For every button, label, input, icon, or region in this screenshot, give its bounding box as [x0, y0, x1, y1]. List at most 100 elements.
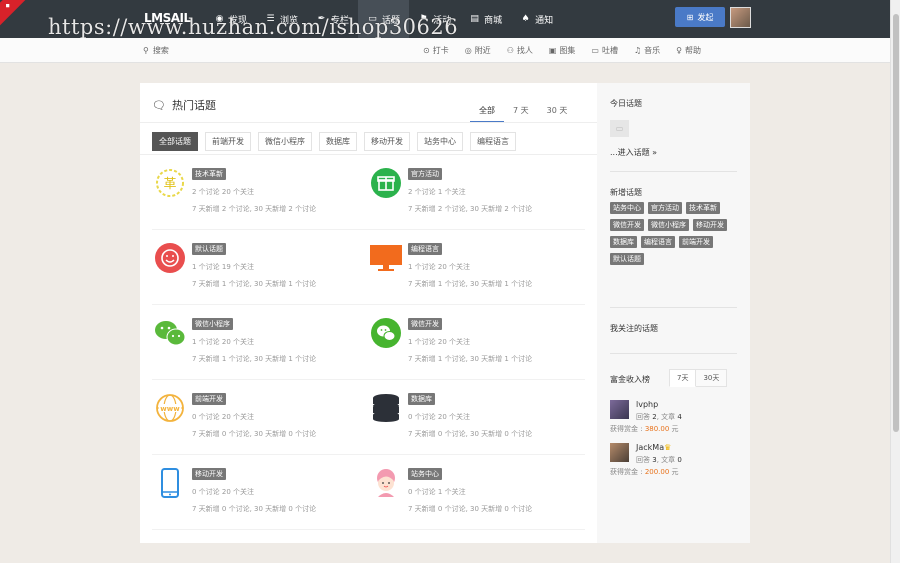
topic-growth: 7 天新增 0 个讨论, 30 天新增 0 个讨论 [408, 505, 533, 513]
topic-stats: 0 个讨论 20 个关注 [408, 413, 471, 421]
rank-tab-7-days[interactable]: 7天 [669, 369, 697, 387]
new-topic-tag[interactable]: 移动开发 [693, 219, 727, 231]
new-topic-tag[interactable]: 前端开发 [679, 236, 713, 248]
tab-all[interactable]: 全部 [470, 103, 504, 123]
topic-growth: 7 天新增 1 个讨论, 30 天新增 1 个讨论 [192, 355, 317, 363]
avatar[interactable] [610, 443, 629, 462]
new-topic-tag[interactable]: 微信小程序 [648, 219, 689, 231]
topic-tag[interactable]: 站务中心 [408, 468, 442, 480]
topic-tag[interactable]: 官方活动 [408, 168, 442, 180]
avatar[interactable] [610, 400, 629, 419]
tab-7-days[interactable]: 7 天 [504, 103, 538, 123]
wechat-icon [154, 317, 186, 349]
topic-tag[interactable]: 技术革新 [192, 168, 226, 180]
topic-tag[interactable]: 微信小程序 [192, 318, 233, 330]
topic-item[interactable]: 移动开发 0 个讨论 20 个关注 7 天新增 0 个讨论, 30 天新增 0 … [154, 467, 354, 527]
subnav-help[interactable]: ♀ 帮助 [668, 45, 709, 56]
new-topic-tag[interactable]: 微信开发 [610, 219, 644, 231]
chat-bubble-icon: 🗨 [152, 98, 166, 112]
topic-item[interactable]: 编程语言 1 个讨论 20 个关注 7 天新增 1 个讨论, 30 天新增 1 … [370, 242, 570, 302]
svg-text:革: 革 [163, 177, 176, 192]
articles-count: 0 [677, 456, 682, 464]
new-topic-tag[interactable]: 技术革新 [686, 202, 720, 214]
topic-item[interactable]: 数据库 0 个讨论 20 个关注 7 天新增 0 个讨论, 30 天新增 0 个… [370, 392, 570, 452]
plus-square-icon: ⊞ [686, 12, 694, 22]
topic-stats: 0 个讨论 1 个关注 [408, 488, 466, 496]
topic-item[interactable]: 默认话题 1 个讨论 19 个关注 7 天新增 1 个讨论, 30 天新增 1 … [154, 242, 354, 302]
topic-stats: 1 个讨论 20 个关注 [408, 338, 471, 346]
rank-username[interactable]: JackMa♛ [636, 443, 671, 452]
new-topic-tag[interactable]: 站务中心 [610, 202, 644, 214]
wechat-circle-icon [370, 317, 402, 349]
search-label: 搜索 [152, 46, 169, 55]
topic-stats: 1 个讨论 20 个关注 [408, 263, 471, 271]
new-topic-tag[interactable]: 编程语言 [641, 236, 675, 248]
new-topic-tag[interactable]: 数据库 [610, 236, 637, 248]
category-all[interactable]: 全部话题 [152, 132, 198, 151]
divider [610, 171, 737, 172]
new-topic-tag[interactable]: 官方活动 [648, 202, 682, 214]
topic-stats: 1 个讨论 19 个关注 [192, 263, 255, 271]
category-database[interactable]: 数据库 [319, 132, 357, 151]
topic-item[interactable]: 革 技术革新 2 个讨论 20 个关注 7 天新增 2 个讨论, 30 天新增 … [154, 167, 354, 227]
category-miniprogram[interactable]: 微信小程序 [258, 132, 312, 151]
topic-item[interactable]: 微信开发 1 个讨论 20 个关注 7 天新增 1 个讨论, 30 天新增 1 … [370, 317, 570, 377]
tab-30-days[interactable]: 30 天 [538, 103, 577, 123]
nearby-icon: ◎ [464, 46, 472, 55]
subnav-gallery[interactable]: ▣ 图集 [541, 45, 584, 56]
today-topics-title: 今日话题 [610, 99, 642, 108]
topic-item[interactable]: 微信小程序 1 个讨论 20 个关注 7 天新增 1 个讨论, 30 天新增 1… [154, 317, 354, 377]
nav-item-notify[interactable]: ♠ 通知 [511, 0, 562, 38]
enter-topics-link[interactable]: ...进入话题 » [610, 147, 657, 158]
username-text: JackMa [636, 443, 665, 452]
search-icon: ⚲ [143, 46, 149, 55]
rank-tab-30-days[interactable]: 30天 [696, 369, 728, 387]
subnav-nearby[interactable]: ◎ 附近 [457, 45, 499, 56]
picture-icon: ▣ [548, 46, 557, 55]
topic-tag[interactable]: 数据库 [408, 393, 435, 405]
rank-username[interactable]: lvphp [636, 400, 658, 409]
topic-item[interactable]: www 前端开发 0 个讨论 20 个关注 7 天新增 0 个讨论, 30 天新… [154, 392, 354, 452]
rank-entry[interactable]: JackMa♛ 回答 3, 文章 0 获得赏金 : 200.00 元 [610, 443, 740, 479]
articles-count: 4 [677, 413, 682, 421]
database-icon [370, 392, 402, 424]
category-programming[interactable]: 编程语言 [470, 132, 516, 151]
scrollbar-thumb[interactable] [893, 14, 899, 432]
new-topics-title: 新增话题 [610, 188, 642, 197]
earnings-rank-title: 富金收入榜 [610, 375, 650, 384]
publish-button[interactable]: ⊞ 发起 [675, 7, 725, 27]
topic-growth: 7 天新增 0 个讨论, 30 天新增 0 个讨论 [408, 430, 533, 438]
new-topic-tag[interactable]: 默认话题 [610, 253, 644, 265]
rank-entry[interactable]: lvphp 回答 2, 文章 4 获得赏金 : 380.00 元 [610, 400, 740, 436]
user-avatar[interactable] [730, 7, 751, 28]
topic-tag[interactable]: 前端开发 [192, 393, 226, 405]
panel-header: 🗨 热门话题 [152, 97, 216, 113]
topic-tag[interactable]: 移动开发 [192, 468, 226, 480]
subnav-signin[interactable]: ⊙ 打卡 [415, 45, 457, 56]
hot-topics-panel: 🗨 热门话题 全部 7 天 30 天 全部话题 前端开发 微信小程序 数据库 移… [140, 83, 597, 543]
subnav-music[interactable]: ♫ 音乐 [626, 45, 668, 56]
topic-tag[interactable]: 编程语言 [408, 243, 442, 255]
subnav-label: 音乐 [644, 46, 661, 55]
search-box[interactable]: ⚲ 搜索 [143, 45, 169, 56]
svg-text:www: www [160, 405, 180, 413]
nav-item-shop[interactable]: ▤ 商城 [460, 0, 511, 38]
comment-icon: ▭ [591, 46, 599, 55]
category-frontend[interactable]: 前端开发 [205, 132, 251, 151]
subnav-roast[interactable]: ▭ 吐槽 [583, 45, 626, 56]
category-filter: 全部话题 前端开发 微信小程序 数据库 移动开发 站务中心 编程语言 [152, 132, 516, 151]
rank-meta: 回答 2, 文章 4 [636, 412, 682, 422]
page-title: 热门话题 [171, 99, 216, 112]
articles-label: , 文章 [656, 413, 678, 421]
topic-tag[interactable]: 默认话题 [192, 243, 226, 255]
topic-item[interactable]: 官方活动 2 个讨论 1 个关注 7 天新增 2 个讨论, 30 天新增 2 个… [370, 167, 570, 227]
topic-growth: 7 天新增 0 个讨论, 30 天新增 0 个讨论 [192, 430, 317, 438]
topic-item[interactable]: 站务中心 0 个讨论 1 个关注 7 天新增 0 个讨论, 30 天新增 0 个… [370, 467, 570, 527]
subnav-label: 帮助 [685, 46, 702, 55]
category-site-center[interactable]: 站务中心 [417, 132, 463, 151]
subnav-find-people[interactable]: ⚇ 找人 [499, 45, 541, 56]
category-mobile[interactable]: 移动开发 [364, 132, 410, 151]
page-scrollbar[interactable] [890, 0, 900, 563]
topic-tag[interactable]: 微信开发 [408, 318, 442, 330]
topic-growth: 7 天新增 2 个讨论, 30 天新增 2 个讨论 [192, 205, 317, 213]
